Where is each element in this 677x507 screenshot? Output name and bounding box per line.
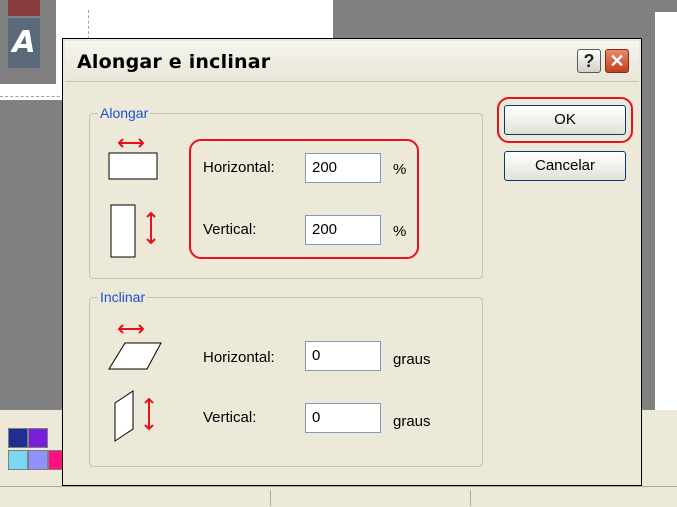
stretch-skew-dialog: Alongar e inclinar ? ✕ Alongar Horizonta… <box>62 38 642 486</box>
close-button[interactable]: ✕ <box>605 49 629 73</box>
ok-button-highlight <box>497 97 633 143</box>
color-swatch[interactable] <box>28 450 48 470</box>
skew-vertical-input[interactable]: 0 <box>305 403 381 433</box>
status-separator <box>270 490 271 506</box>
title-bar[interactable]: Alongar e inclinar ? ✕ <box>65 41 639 82</box>
status-separator <box>470 490 471 506</box>
skew-horizontal-unit: graus <box>393 351 431 368</box>
stretch-horizontal-icon <box>108 138 158 180</box>
stretch-vertical-icon <box>110 204 156 258</box>
skew-horizontal-icon <box>108 324 162 370</box>
canvas-edge <box>655 12 677 412</box>
stretch-legend: Alongar <box>98 105 151 121</box>
skew-horizontal-label: Horizontal: <box>203 349 275 366</box>
color-swatch[interactable] <box>28 428 48 448</box>
text-tool-button[interactable]: A <box>8 18 40 68</box>
skew-vertical-unit: graus <box>393 413 431 430</box>
tool-button[interactable] <box>8 0 40 16</box>
stretch-fields-highlight <box>189 139 419 259</box>
workspace-background <box>333 0 677 12</box>
selection-border <box>0 96 70 97</box>
skew-vertical-label: Vertical: <box>203 409 257 426</box>
color-swatch[interactable] <box>8 428 28 448</box>
cancel-button[interactable]: Cancelar <box>504 151 626 181</box>
skew-horizontal-input[interactable]: 0 <box>305 341 381 371</box>
skew-vertical-icon <box>114 390 154 442</box>
dialog-title: Alongar e inclinar <box>77 51 271 73</box>
color-swatch[interactable] <box>8 450 28 470</box>
tool-strip: A <box>0 0 56 84</box>
status-bar <box>0 486 677 507</box>
skew-legend: Inclinar <box>98 289 148 305</box>
help-button[interactable]: ? <box>577 49 601 73</box>
